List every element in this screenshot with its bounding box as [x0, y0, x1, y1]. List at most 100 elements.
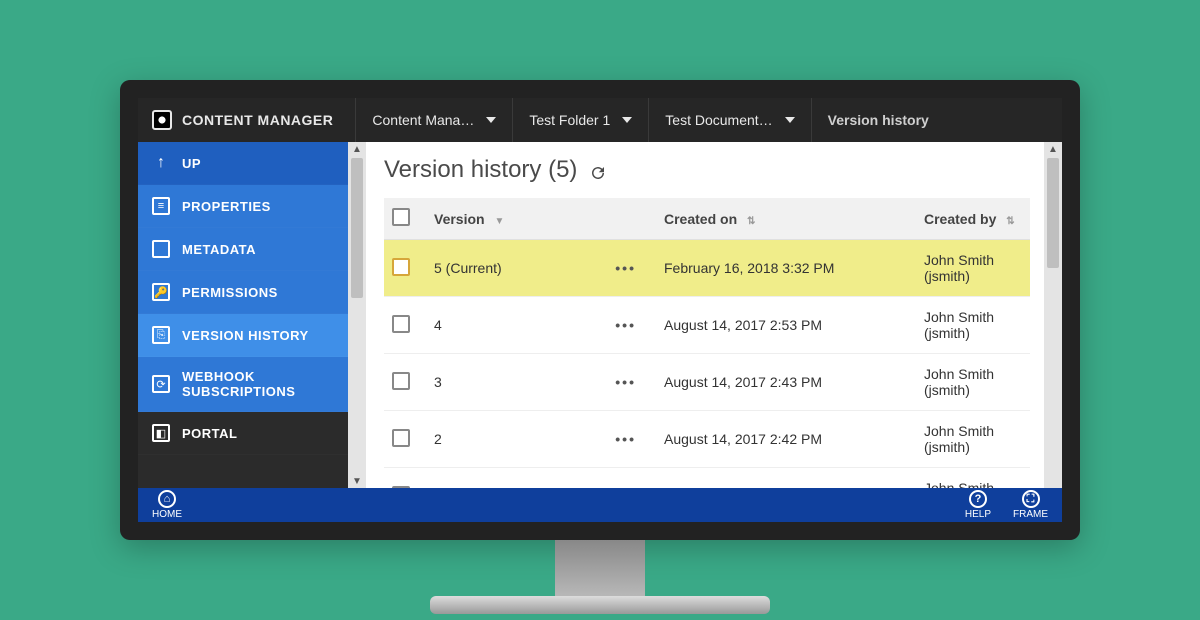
sidebar-icon: ⎘: [152, 326, 170, 344]
row-actions-icon[interactable]: •••: [615, 260, 636, 276]
row-actions-icon[interactable]: •••: [615, 317, 636, 333]
row-checkbox[interactable]: [392, 372, 410, 390]
row-checkbox[interactable]: [392, 315, 410, 333]
app-logo-icon: [152, 110, 172, 130]
monitor-stand-neck: [555, 540, 645, 600]
created-on-cell: August 14, 2017 2:43 PM: [664, 374, 822, 390]
breadcrumb-label: Content Mana…: [372, 112, 474, 128]
breadcrumb-item-0[interactable]: Content Mana…: [355, 98, 512, 142]
sidebar-item-version-history[interactable]: ⎘ VERSION HISTORY: [138, 314, 348, 357]
versions-table: Version ▼ Created on ⇅ Created by ⇅: [384, 198, 1030, 488]
sidebar-item-label: PERMISSIONS: [182, 285, 278, 300]
sidebar-item-metadata[interactable]: METADATA: [138, 228, 348, 271]
bottom-left-group: ⌂ HOME: [152, 490, 182, 520]
bottom-right-group: ? HELP ⛶ FRAME: [965, 490, 1048, 520]
frame-button[interactable]: ⛶ FRAME: [1013, 490, 1048, 520]
row-actions-icon[interactable]: •••: [615, 374, 636, 390]
bottom-bar: ⌂ HOME ? HELP ⛶ FRAME: [138, 488, 1062, 522]
home-icon: ⌂: [158, 490, 176, 508]
select-all-checkbox[interactable]: [392, 208, 410, 226]
scroll-up-icon[interactable]: ▲: [352, 144, 362, 154]
page-title-text: Version history (5): [384, 156, 577, 184]
sidebar-icon: ⟳: [152, 375, 170, 393]
created-by-cell: John Smith (jsmith): [924, 480, 994, 488]
table-row[interactable]: 3 ••• August 14, 2017 2:43 PM John Smith (j…: [384, 354, 1030, 411]
version-cell: 3: [434, 374, 442, 390]
table-row[interactable]: 5 (Current) ••• February 16, 2018 3:32 PM J…: [384, 240, 1030, 297]
created-by-cell: John Smith (jsmith): [924, 252, 994, 284]
sort-icon: ⇅: [1006, 216, 1014, 227]
sidebar-scrollbar[interactable]: ▲ ▼: [348, 142, 366, 488]
sidebar-item-label: PORTAL: [182, 426, 237, 441]
monitor-stand-base: [430, 596, 770, 614]
breadcrumb-bar: CONTENT MANAGER Content Mana… Test Folde…: [138, 98, 1062, 142]
help-button[interactable]: ? HELP: [965, 490, 991, 520]
content-area: Version history (5) Version: [366, 142, 1044, 488]
sidebar: ↑ UP ≡PROPERTIES METADATA 🔑PERMISSIONS ⎘ VERSI…: [138, 142, 348, 488]
created-by-cell: John Smith (jsmith): [924, 309, 994, 341]
header-version[interactable]: Version ▼: [426, 198, 656, 240]
sort-icon: ⇅: [747, 216, 755, 227]
chevron-down-icon: [622, 117, 632, 123]
header-created-on-label: Created on: [664, 211, 737, 227]
help-label: HELP: [965, 509, 991, 520]
header-created-by-label: Created by: [924, 211, 996, 227]
up-arrow-icon: ↑: [152, 154, 170, 172]
sidebar-item-label: PROPERTIES: [182, 199, 271, 214]
row-actions-icon[interactable]: •••: [615, 431, 636, 447]
sidebar-item-portal[interactable]: ◧ PORTAL: [138, 412, 348, 455]
sidebar-item-label: METADATA: [182, 242, 256, 257]
header-version-label: Version: [434, 211, 485, 227]
table-row[interactable]: 2•••August 14, 2017 2:42 PMJohn Smith (j…: [384, 411, 1030, 468]
created-by-cell: John Smith (jsmith): [924, 366, 994, 398]
app-title: CONTENT MANAGER: [182, 112, 333, 128]
breadcrumb-label: Test Document…: [665, 112, 772, 128]
breadcrumb-item-2[interactable]: Test Document…: [648, 98, 810, 142]
sidebar-wrap: ↑ UP ≡PROPERTIES METADATA 🔑PERMISSIONS ⎘ VERSI…: [138, 142, 366, 488]
monitor-frame: CONTENT MANAGER Content Mana… Test Folde…: [120, 80, 1080, 540]
main-panel: Version history (5) Version: [366, 142, 1062, 488]
breadcrumb-label: Test Folder 1: [529, 112, 610, 128]
created-on-cell: February 16, 2018 3:32 PM: [664, 260, 834, 276]
created-on-cell: August 14, 2017 2:53 PM: [664, 317, 822, 333]
app-body: ↑ UP ≡PROPERTIES METADATA 🔑PERMISSIONS ⎘ VERSI…: [138, 142, 1062, 488]
frame-label: FRAME: [1013, 509, 1048, 520]
home-button[interactable]: ⌂ HOME: [152, 490, 182, 520]
row-checkbox[interactable]: [392, 429, 410, 447]
version-cell: 5 (Current): [434, 260, 502, 276]
breadcrumb-label: Version history: [828, 112, 929, 128]
scrollbar-thumb[interactable]: [351, 158, 363, 298]
sidebar-item-label: VERSION HISTORY: [182, 328, 309, 343]
frame-icon: ⛶: [1022, 490, 1040, 508]
version-cell: 4: [434, 317, 442, 333]
sidebar-item-webhook-subscriptions[interactable]: ⟳ WEBHOOK SUBSCRIPTIONS: [138, 357, 348, 412]
row-checkbox[interactable]: [392, 258, 410, 276]
sidebar-item-up[interactable]: ↑ UP: [138, 142, 348, 185]
help-icon: ?: [969, 490, 987, 508]
sidebar-icon: ◧: [152, 424, 170, 442]
header-created-on[interactable]: Created on ⇅: [656, 198, 916, 240]
table-row[interactable]: 1•••July 7, 2016 1:46 PMJohn Smith (jsmi…: [384, 468, 1030, 489]
chevron-down-icon: [785, 117, 795, 123]
sidebar-item-permissions[interactable]: 🔑PERMISSIONS: [138, 271, 348, 314]
created-by-cell: John Smith (jsmith): [924, 423, 994, 455]
table-row[interactable]: 4 ••• August 14, 2017 2:53 PM John Smith (j…: [384, 297, 1030, 354]
sort-desc-icon: ▼: [494, 216, 504, 227]
created-on-cell: August 14, 2017 2:42 PM: [664, 431, 822, 447]
chevron-down-icon: [486, 117, 496, 123]
refresh-icon[interactable]: [589, 161, 607, 179]
header-created-by[interactable]: Created by ⇅: [916, 198, 1030, 240]
sidebar-item-label: UP: [182, 156, 201, 171]
scroll-down-icon[interactable]: ▼: [352, 476, 362, 486]
sidebar-icon: [152, 240, 170, 258]
app-brand: CONTENT MANAGER: [138, 98, 355, 142]
scrollbar-thumb[interactable]: [1047, 158, 1059, 268]
row-checkbox[interactable]: [392, 486, 410, 489]
breadcrumb-item-1[interactable]: Test Folder 1: [512, 98, 648, 142]
sidebar-item-label: WEBHOOK SUBSCRIPTIONS: [182, 369, 334, 399]
home-label: HOME: [152, 509, 182, 520]
sidebar-item-properties[interactable]: ≡PROPERTIES: [138, 185, 348, 228]
header-checkbox-cell: [384, 198, 426, 240]
scroll-up-icon[interactable]: ▲: [1048, 144, 1058, 155]
main-scrollbar[interactable]: ▲: [1044, 142, 1062, 488]
